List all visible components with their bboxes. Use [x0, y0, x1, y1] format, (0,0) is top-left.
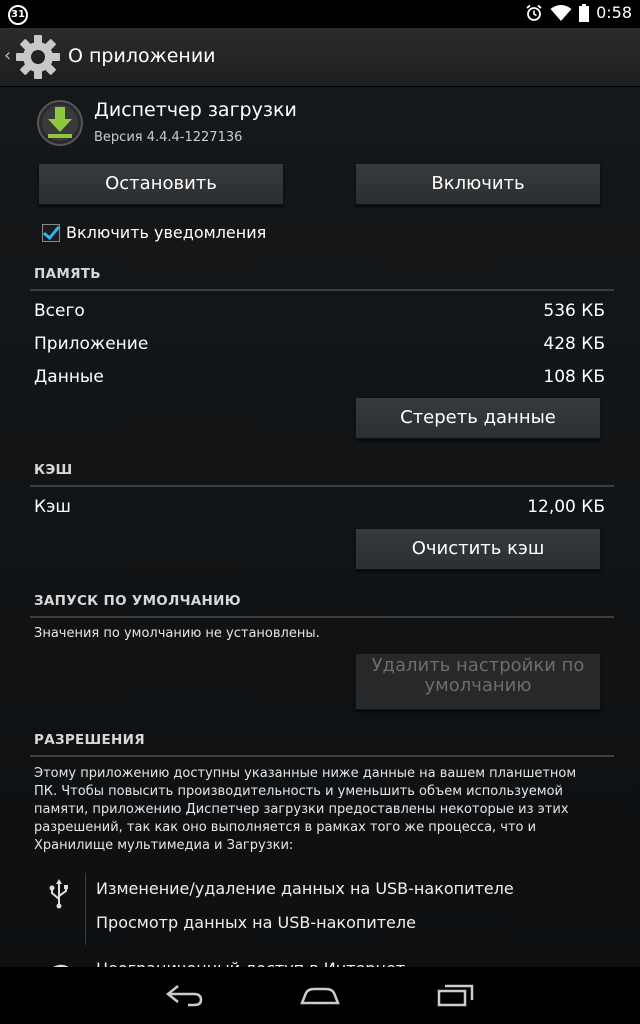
permissions-description-line: Этому приложению доступны указанные ниже…: [34, 766, 577, 781]
permissions-section-title: РАЗРЕШЕНИЯ: [34, 732, 145, 748]
notifications-checkbox[interactable]: [42, 223, 60, 242]
memory-section-title: ПАМЯТЬ: [34, 266, 101, 282]
home-icon[interactable]: [298, 983, 342, 1007]
app-version: Версия 4.4.4-1227136: [94, 130, 243, 145]
memory-total-label: Всего: [34, 301, 85, 321]
status-bar: 31 0:58: [0, 0, 640, 28]
clear-cache-button[interactable]: Очистить кэш: [355, 528, 601, 570]
app-name: Диспетчер загрузки: [94, 99, 297, 121]
memory-divider: [30, 289, 614, 291]
usb-icon: [49, 879, 68, 909]
alarm-icon: [526, 4, 542, 21]
permissions-description-line: памяти, приложению Диспетчер загрузки пр…: [34, 802, 569, 817]
permission-item[interactable]: Просмотр данных на USB-накопителе: [96, 913, 416, 932]
permission-item[interactable]: Неограниченный доступ в Интернет: [96, 959, 405, 967]
permissions-divider: [30, 755, 614, 757]
memory-total-value: 536 КБ: [543, 301, 605, 321]
defaults-section-title: ЗАПУСК ПО УМОЛЧАНИЮ: [34, 593, 241, 609]
wifi-icon: [550, 4, 572, 21]
app-info-content[interactable]: Диспетчер загрузки Версия 4.4.4-1227136 …: [0, 87, 640, 967]
permissions-description-line: Хранилище мультимедиа и Загрузки:: [34, 838, 294, 853]
notifications-toggle[interactable]: Включить уведомления: [42, 223, 266, 242]
memory-app-label: Приложение: [34, 334, 149, 354]
permissions-description: Этому приложению доступны указанные ниже…: [34, 765, 576, 855]
notifications-label: Включить уведомления: [66, 223, 267, 242]
permissions-description-line: ПК. Чтобы повысить производительность и …: [34, 784, 563, 799]
download-manager-icon: [37, 100, 83, 146]
stop-button[interactable]: Остановить: [38, 163, 284, 205]
permission-group-line: [85, 873, 86, 945]
recent-apps-icon[interactable]: [436, 983, 476, 1007]
back-icon[interactable]: [164, 983, 204, 1007]
clear-defaults-button[interactable]: Удалить настройки по умолчанию: [355, 653, 601, 710]
memory-app-value: 428 КБ: [543, 334, 605, 354]
defaults-divider: [30, 616, 614, 618]
permission-item[interactable]: Изменение/удаление данных на USB-накопит…: [96, 879, 514, 898]
enable-button[interactable]: Включить: [355, 163, 601, 205]
cache-section-title: КЭШ: [34, 462, 73, 478]
back-chevron-icon[interactable]: ‹: [4, 45, 11, 66]
battery-icon: [579, 3, 590, 22]
navigation-bar: [0, 967, 640, 1024]
clear-data-button[interactable]: Стереть данные: [355, 397, 601, 439]
memory-data-label: Данные: [34, 367, 104, 387]
calendar-icon: 31: [8, 5, 28, 25]
cache-value: 12,00 КБ: [527, 497, 605, 517]
screen: 31 0:58 ‹ О приложении Диспетчер загрузк…: [0, 0, 640, 1024]
clock: 0:58: [596, 3, 632, 22]
cache-label: Кэш: [34, 497, 71, 517]
memory-data-value: 108 КБ: [543, 367, 605, 387]
cache-divider: [30, 485, 614, 487]
defaults-text: Значения по умолчанию не установлены.: [34, 626, 320, 641]
settings-gear-icon[interactable]: [14, 33, 62, 81]
status-left: 31: [8, 3, 28, 25]
action-bar[interactable]: ‹ О приложении: [0, 28, 640, 87]
network-icon: [53, 964, 69, 967]
status-right: 0:58: [525, 3, 632, 22]
permissions-description-line: разрешений, так как оно выполняется в ра…: [34, 820, 537, 835]
page-title: О приложении: [68, 45, 216, 67]
